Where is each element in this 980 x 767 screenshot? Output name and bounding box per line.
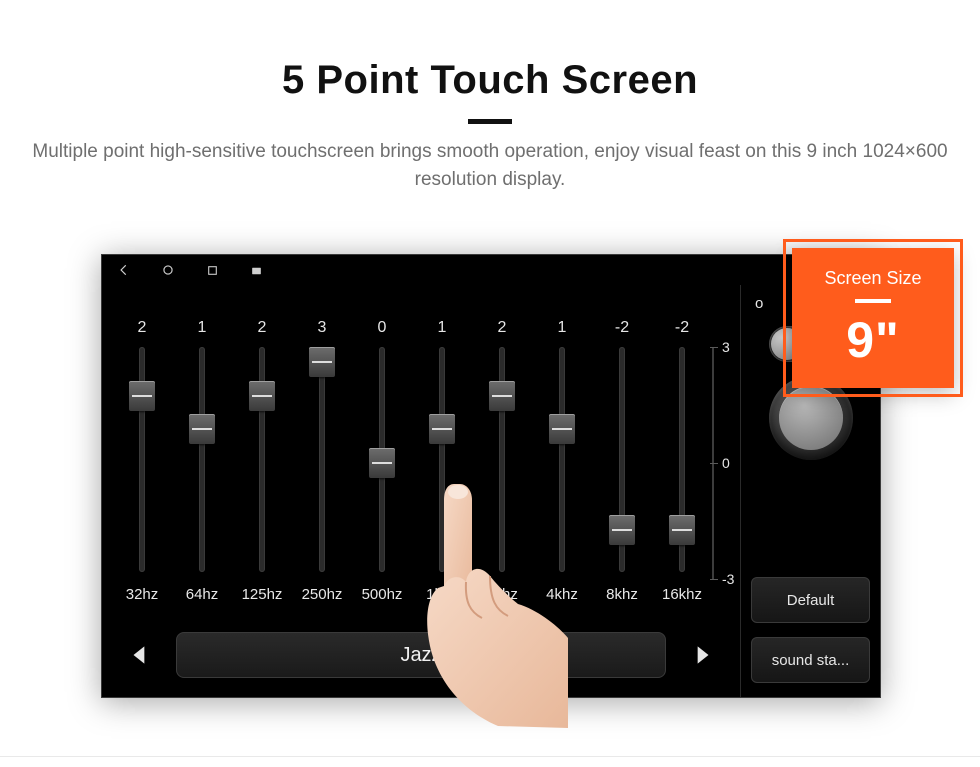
screenshot-icon[interactable] (248, 262, 264, 278)
preset-prev-button[interactable] (122, 637, 158, 673)
eq-slider-knob[interactable] (669, 515, 695, 545)
eq-slider-track[interactable] (259, 347, 265, 572)
preset-next-button[interactable] (684, 637, 720, 673)
headunit-screen: 2 32hz 1 64hz 2 125hz 3 250hz 0 500hz 1 1khz 2 2khz 1 4… (101, 254, 881, 698)
eq-band-value: 2 (498, 319, 507, 337)
eq-band-8khz: -2 8khz (598, 319, 646, 603)
eq-band-value: 0 (378, 319, 387, 337)
eq-slider-track[interactable] (679, 347, 685, 572)
eq-band-freq: 64hz (186, 586, 219, 603)
eq-slider-knob[interactable] (429, 414, 455, 444)
device-inner: 2 32hz 1 64hz 2 125hz 3 250hz 0 500hz 1 1khz 2 2khz 1 4… (102, 255, 880, 697)
eq-band-freq: 250hz (302, 586, 343, 603)
eq-band-freq: 500hz (362, 586, 403, 603)
eq-band-2khz: 2 2khz (478, 319, 526, 603)
statusbar-left (116, 262, 264, 278)
hero: 5 Point Touch Screen Multiple point high… (0, 0, 980, 193)
statusbar (102, 255, 880, 285)
eq-band-freq: 16khz (662, 586, 702, 603)
eq-band-freq: 32hz (126, 586, 159, 603)
scale-tick (710, 579, 718, 580)
scale-tick (710, 463, 718, 464)
badge-value: 9" (846, 311, 900, 369)
badge-divider (855, 299, 891, 303)
scale-tick (710, 347, 718, 348)
eq-band-freq: 125hz (242, 586, 283, 603)
preset-name[interactable]: Jazz (176, 632, 666, 678)
recent-icon[interactable] (204, 262, 220, 278)
bottom-divider (0, 756, 980, 757)
equalizer-scale: 30-3 (712, 293, 728, 603)
eq-slider-knob[interactable] (609, 515, 635, 545)
eq-slider-knob[interactable] (549, 414, 575, 444)
eq-band-250hz: 3 250hz (298, 319, 346, 603)
page: { "hero": { "title": "5 Point Touch Scre… (0, 0, 980, 767)
eq-band-freq: 2khz (486, 586, 518, 603)
equalizer-tracks: 2 32hz 1 64hz 2 125hz 3 250hz 0 500hz 1 1khz 2 2khz 1 4… (118, 293, 706, 603)
eq-band-1khz: 1 1khz (418, 319, 466, 603)
home-icon[interactable] (160, 262, 176, 278)
eq-slider-track[interactable] (319, 347, 325, 572)
default-button-label: Default (787, 592, 835, 609)
eq-band-500hz: 0 500hz (358, 319, 406, 603)
eq-band-value: -2 (675, 319, 689, 337)
back-icon[interactable] (116, 262, 132, 278)
eq-band-value: 1 (438, 319, 447, 337)
eq-slider-track[interactable] (619, 347, 625, 572)
eq-slider-knob[interactable] (189, 414, 215, 444)
hero-subtitle: Multiple point high-sensitive touchscree… (30, 138, 950, 193)
eq-slider-track[interactable] (139, 347, 145, 572)
eq-band-value: -2 (615, 319, 629, 337)
eq-band-4khz: 1 4khz (538, 319, 586, 603)
eq-band-64hz: 1 64hz (178, 319, 226, 603)
eq-slider-track[interactable] (439, 347, 445, 572)
hero-title: 5 Point Touch Screen (0, 58, 980, 103)
hero-divider (468, 119, 512, 124)
eq-band-value: 1 (558, 319, 567, 337)
eq-slider-knob[interactable] (309, 347, 335, 377)
eq-band-32hz: 2 32hz (118, 319, 166, 603)
eq-slider-knob[interactable] (489, 381, 515, 411)
eq-slider-track[interactable] (379, 347, 385, 572)
sound-stage-button[interactable]: sound sta... (751, 637, 870, 683)
default-button[interactable]: Default (751, 577, 870, 623)
eq-band-value: 2 (258, 319, 267, 337)
screen-size-badge: Screen Size 9" (792, 248, 954, 388)
scale-label: 0 (722, 455, 730, 471)
eq-slider-knob[interactable] (369, 448, 395, 478)
eq-band-freq: 1khz (426, 586, 458, 603)
equalizer-grid: 2 32hz 1 64hz 2 125hz 3 250hz 0 500hz 1 1khz 2 2khz 1 4… (118, 293, 728, 603)
loud-partial-label: o (755, 295, 763, 312)
preset-label: Jazz (400, 644, 441, 667)
eq-slider-track[interactable] (559, 347, 565, 572)
sound-stage-label: sound sta... (772, 652, 850, 669)
eq-band-16khz: -2 16khz (658, 319, 706, 603)
eq-band-freq: 4khz (546, 586, 578, 603)
eq-band-value: 2 (138, 319, 147, 337)
eq-slider-knob[interactable] (129, 381, 155, 411)
scale-label: 3 (722, 339, 730, 355)
scale-label: -3 (722, 571, 734, 587)
scale-inner: 30-3 (712, 319, 728, 579)
gain-knob[interactable] (769, 376, 853, 460)
equalizer-area: 2 32hz 1 64hz 2 125hz 3 250hz 0 500hz 1 1khz 2 2khz 1 4… (102, 285, 740, 697)
eq-slider-track[interactable] (199, 347, 205, 572)
eq-band-value: 3 (318, 319, 327, 337)
eq-slider-knob[interactable] (249, 381, 275, 411)
eq-band-value: 1 (198, 319, 207, 337)
preset-row: Jazz (122, 631, 720, 679)
eq-slider-track[interactable] (499, 347, 505, 572)
badge-title: Screen Size (824, 268, 921, 289)
eq-band-freq: 8khz (606, 586, 638, 603)
eq-band-125hz: 2 125hz (238, 319, 286, 603)
